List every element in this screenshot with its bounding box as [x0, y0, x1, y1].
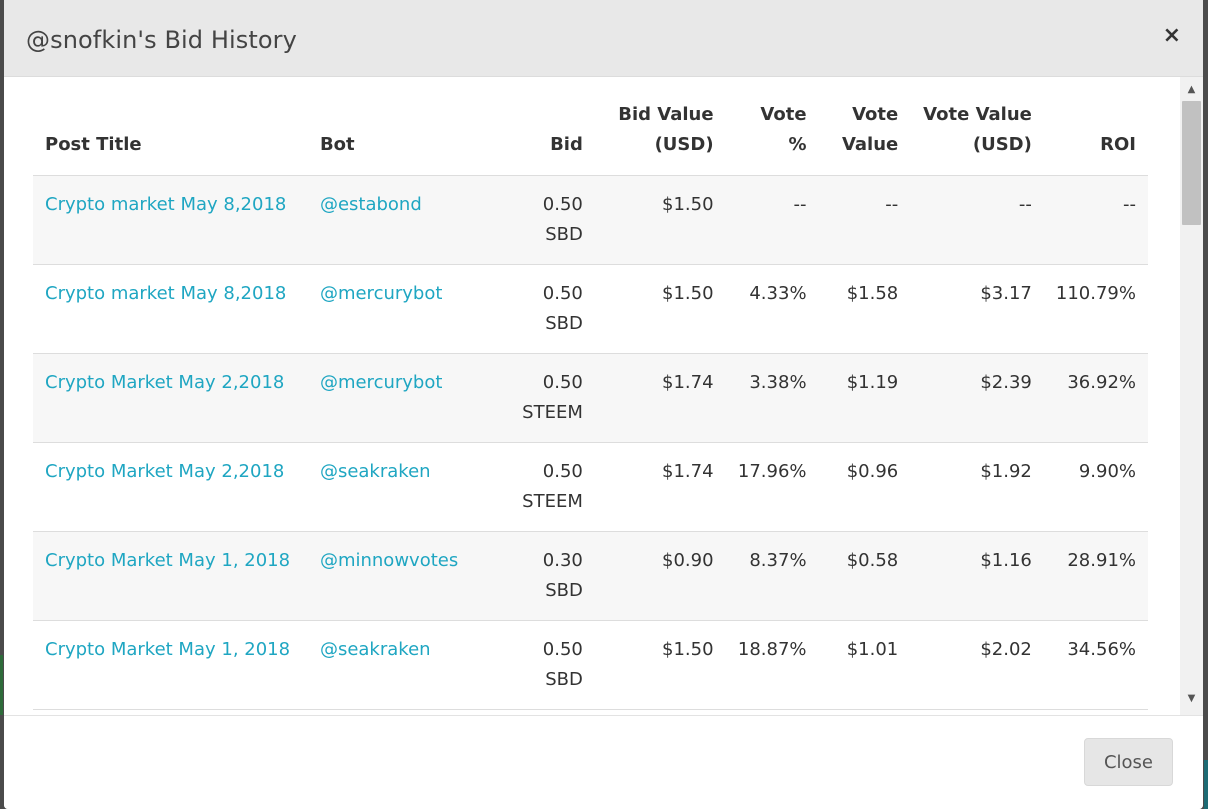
table-row: Crypto Market May 1, 2018 @seakraken 0.5… [33, 620, 1148, 710]
backdrop-strip-left [0, 655, 3, 715]
bid-cell: 0.30 SBD [497, 531, 595, 621]
vote-percent-cell: 8.37% [725, 531, 819, 621]
modal-scrollbar[interactable]: ▲ ▼ [1180, 77, 1203, 715]
vote-percent-cell: 18.87% [725, 620, 819, 710]
vote-value-cell: -- [818, 175, 911, 265]
bot-link[interactable]: @estabond [320, 194, 422, 215]
vote-value-cell: $0.58 [818, 531, 911, 621]
vote-value-cell: $1.19 [818, 353, 911, 443]
vote-value-cell: $1.01 [818, 620, 911, 710]
close-icon[interactable]: × [1163, 25, 1181, 47]
header-post-title: Post Title [33, 100, 308, 176]
vote-value-usd-cell: $2.02 [910, 620, 1044, 710]
post-title-link[interactable]: Crypto market May 8,2018 [45, 194, 286, 215]
scroll-down-arrow-icon[interactable]: ▼ [1180, 689, 1203, 709]
bid-value-cell: $1.50 [594, 620, 726, 710]
post-title-link[interactable]: Crypto market May 8,2018 [45, 283, 286, 304]
vote-percent-cell: 17.96% [725, 442, 819, 532]
post-title-link[interactable]: Crypto Market May 2,2018 [45, 461, 284, 482]
bot-link[interactable]: @minnowvotes [320, 550, 458, 571]
header-vote-percent: Vote % [725, 100, 819, 176]
bid-value-cell: $0.90 [594, 531, 726, 621]
bot-link[interactable]: @mercurybot [320, 372, 442, 393]
scrollbar-thumb[interactable] [1182, 101, 1201, 225]
header-roi: ROI [1043, 100, 1148, 176]
roi-cell: -- [1043, 175, 1148, 265]
post-title-link[interactable]: Crypto Market May 2,2018 [45, 372, 284, 393]
bot-link[interactable]: @mercurybot [320, 283, 442, 304]
post-title-link[interactable]: Crypto Market May 1, 2018 [45, 550, 290, 571]
modal-footer: Close [4, 715, 1203, 809]
table-row: Crypto market May 8,2018 @mercurybot 0.5… [33, 264, 1148, 354]
vote-value-cell: $1.58 [818, 264, 911, 354]
bid-cell: 0.50 SBD [497, 264, 595, 354]
vote-value-usd-cell: $2.39 [910, 353, 1044, 443]
roi-cell: 9.90% [1043, 442, 1148, 532]
bid-cell: 0.50 STEEM [497, 353, 595, 443]
bid-history-table: Post Title Bot Bid Bid Value (USD) Vote %… [33, 100, 1148, 710]
close-button[interactable]: Close [1084, 738, 1173, 786]
bid-value-cell: $1.74 [594, 353, 726, 443]
bot-link[interactable]: @seakraken [320, 461, 431, 482]
vote-percent-cell: 4.33% [725, 264, 819, 354]
table-row: Crypto market May 8,2018 @estabond 0.50 S… [33, 175, 1148, 265]
modal-title: @snofkin's Bid History [26, 26, 297, 54]
modal-body[interactable]: Post Title Bot Bid Bid Value (USD) Vote %… [4, 77, 1203, 715]
vote-value-usd-cell: $3.17 [910, 264, 1044, 354]
bid-cell: 0.50 SBD [497, 175, 595, 265]
bid-history-modal: @snofkin's Bid History × Post Title Bot … [4, 0, 1203, 809]
modal-header: @snofkin's Bid History × [4, 0, 1203, 77]
post-title-link[interactable]: Crypto Market May 1, 2018 [45, 639, 290, 660]
bid-value-cell: $1.74 [594, 442, 726, 532]
roi-cell: 110.79% [1043, 264, 1148, 354]
vote-value-cell: $0.96 [818, 442, 911, 532]
table-row: Crypto Market May 1, 2018 @minnowvotes 0… [33, 531, 1148, 621]
vote-percent-cell: -- [725, 175, 819, 265]
roi-cell: 28.91% [1043, 531, 1148, 621]
bid-value-cell: $1.50 [594, 175, 726, 265]
header-vote-value-usd: Vote Value (USD) [910, 100, 1044, 176]
bid-cell: 0.50 SBD [497, 620, 595, 710]
bid-value-cell: $1.50 [594, 264, 726, 354]
vote-value-usd-cell: $1.92 [910, 442, 1044, 532]
scroll-up-arrow-icon[interactable]: ▲ [1180, 80, 1203, 100]
header-bid: Bid [497, 100, 595, 176]
bid-cell: 0.50 STEEM [497, 442, 595, 532]
vote-percent-cell: 3.38% [725, 353, 819, 443]
backdrop-strip-right [1204, 760, 1208, 809]
header-vote-value: Vote Value [818, 100, 911, 176]
roi-cell: 34.56% [1043, 620, 1148, 710]
roi-cell: 36.92% [1043, 353, 1148, 443]
header-bid-value: Bid Value (USD) [594, 100, 726, 176]
vote-value-usd-cell: -- [910, 175, 1044, 265]
vote-value-usd-cell: $1.16 [910, 531, 1044, 621]
table-row: Crypto Market May 2,2018 @seakraken 0.50… [33, 442, 1148, 532]
table-row: Crypto Market May 2,2018 @mercurybot 0.5… [33, 353, 1148, 443]
bot-link[interactable]: @seakraken [320, 639, 431, 660]
table-header-row: Post Title Bot Bid Bid Value (USD) Vote %… [33, 100, 1148, 176]
header-bot: Bot [307, 100, 498, 176]
